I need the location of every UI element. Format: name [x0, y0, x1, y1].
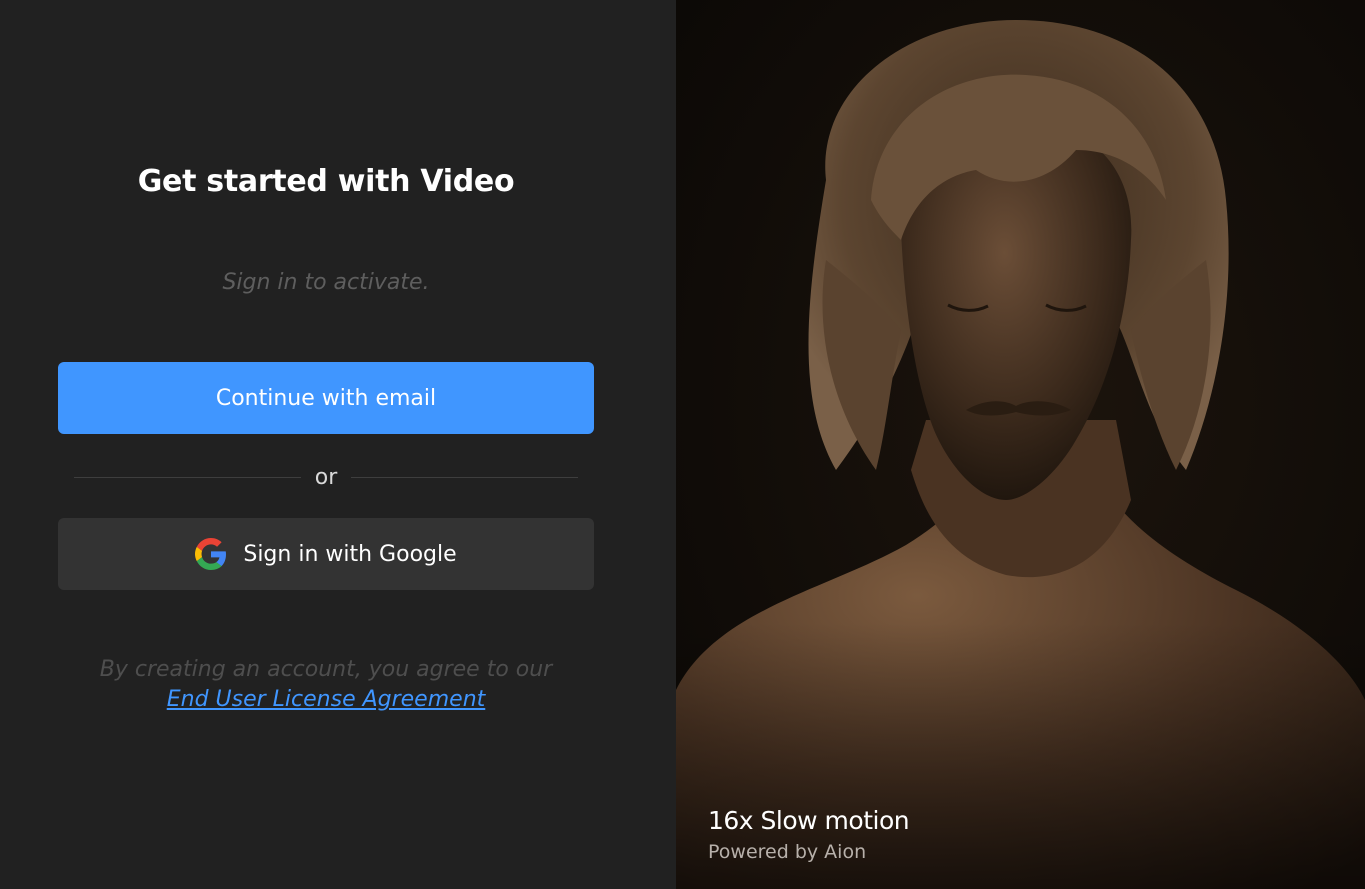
legal-notice: By creating an account, you agree to our…	[0, 655, 652, 715]
continue-with-email-label: Continue with email	[215, 385, 437, 411]
hero-caption-title: 16x Slow motion	[708, 806, 910, 835]
hero-caption-subtitle: Powered by Aion	[708, 841, 867, 863]
eula-link[interactable]: End User License Agreement	[167, 685, 486, 715]
sign-in-with-google-button[interactable]: Sign in with Google	[58, 518, 594, 590]
sign-in-with-google-label: Sign in with Google	[243, 541, 457, 567]
continue-with-email-button[interactable]: Continue with email	[58, 362, 594, 434]
google-icon	[195, 538, 227, 570]
hero-panel: 16x Slow motion Powered by Aion	[676, 0, 1365, 889]
sign-in-page: Get started with Video Sign in to activa…	[0, 0, 1365, 889]
divider-label: or	[314, 464, 338, 490]
hero-caption: 16x Slow motion Powered by Aion	[708, 806, 910, 863]
or-divider: or	[74, 460, 579, 494]
legal-text: By creating an account, you agree to our	[99, 657, 553, 682]
portrait-photo	[676, 0, 1365, 889]
divider-line-left	[74, 476, 301, 478]
page-title: Get started with Video	[137, 164, 515, 199]
divider-line-right	[351, 476, 579, 478]
page-subtitle: Sign in to activate.	[222, 270, 430, 295]
auth-panel: Get started with Video Sign in to activa…	[0, 0, 676, 889]
